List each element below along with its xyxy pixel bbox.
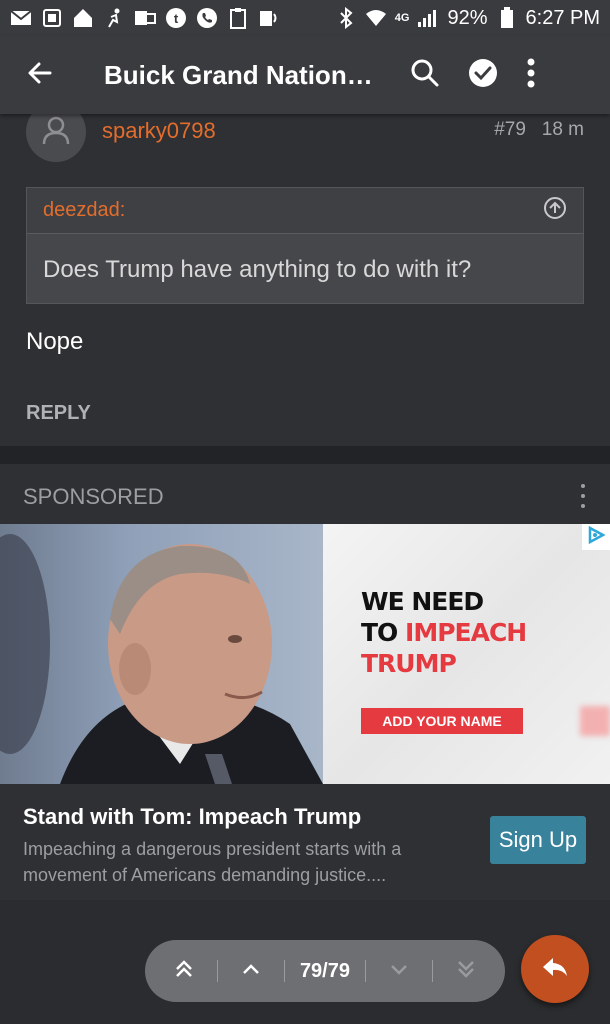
double-chevron-up-icon xyxy=(173,958,195,985)
network-type: 4G xyxy=(394,12,410,24)
pagination-bar: 79/79 xyxy=(145,940,505,1002)
notification-icon xyxy=(41,7,63,29)
pager-separator xyxy=(217,960,219,982)
outlook-icon xyxy=(134,7,156,29)
ad-image[interactable]: WE NEED TO IMPEACH TRUMP ADD YOUR NAME xyxy=(0,524,610,784)
sponsored-label: SPONSORED xyxy=(23,484,164,509)
adchoices-button[interactable] xyxy=(582,524,610,550)
email-icon xyxy=(10,7,32,29)
battery-icon xyxy=(496,7,518,29)
app-bar: Buick Grand Nationa... xyxy=(0,36,610,114)
last-page-button[interactable] xyxy=(448,953,484,989)
post-meta: #79 18 m xyxy=(494,119,584,141)
ad-creative: WE NEED TO IMPEACH TRUMP ADD YOUR NAME xyxy=(323,524,610,784)
chevron-down-icon xyxy=(388,958,410,985)
divider xyxy=(0,446,610,464)
quote-block: deezdad: Does Trump have anything to do … xyxy=(26,187,584,304)
ad-title[interactable]: Stand with Tom: Impeach Trump xyxy=(23,804,361,830)
page-title: Buick Grand Nationa... xyxy=(104,59,380,90)
chevron-up-icon xyxy=(240,958,262,985)
arrow-up-circle-icon xyxy=(543,197,567,224)
pager-separator xyxy=(284,960,286,982)
double-chevron-down-icon xyxy=(455,958,477,985)
quote-text: Does Trump have anything to do with it? xyxy=(43,256,472,283)
sign-up-button[interactable]: Sign Up xyxy=(490,816,586,864)
nfc-icon xyxy=(258,7,280,29)
ad-headline: WE NEED TO IMPEACH TRUMP xyxy=(361,586,527,679)
more-vert-icon xyxy=(526,58,536,92)
reply-fab[interactable] xyxy=(521,935,589,1003)
ad-description: Impeaching a dangerous president starts … xyxy=(23,839,402,885)
post-age: 18 m xyxy=(541,119,584,140)
next-page-button[interactable] xyxy=(381,953,417,989)
reply-button[interactable]: REPLY xyxy=(26,402,91,425)
mark-read-button[interactable] xyxy=(468,58,498,93)
battery-percent: 92% xyxy=(447,6,488,29)
post-body: Nope xyxy=(26,328,84,355)
search-icon xyxy=(410,59,440,92)
status-bar: t 4G 92% 6:27 PM xyxy=(0,0,610,36)
reply-arrow-icon xyxy=(540,952,570,987)
quote-header: deezdad: xyxy=(27,188,583,234)
quote-author: deezdad: xyxy=(43,199,126,221)
overflow-menu-button[interactable] xyxy=(526,58,536,93)
ad-line-3: TRUMP xyxy=(361,649,457,678)
signal-icon xyxy=(417,7,439,29)
svg-text:t: t xyxy=(174,11,179,26)
bluetooth-icon xyxy=(335,7,357,29)
ad-line-1: WE NEED xyxy=(361,587,484,616)
ad-photo xyxy=(0,524,323,784)
ad-cta-button[interactable]: ADD YOUR NAME xyxy=(361,708,523,734)
first-page-button[interactable] xyxy=(166,953,202,989)
pager-separator xyxy=(364,960,366,982)
home-icon xyxy=(72,7,94,29)
jump-to-quote-button[interactable] xyxy=(543,196,567,225)
previous-page-button[interactable] xyxy=(233,953,269,989)
activity-icon xyxy=(103,7,125,29)
back-button[interactable] xyxy=(0,36,80,114)
ad-line-2: TO IMPEACH xyxy=(361,617,527,648)
search-button[interactable] xyxy=(410,58,440,93)
ad-line-2b: IMPEACH xyxy=(405,618,527,647)
post-card: sparky0798 #79 18 m deezdad: Does Trump … xyxy=(0,102,610,446)
adchoices-icon xyxy=(586,525,606,550)
page-indicator[interactable]: 79/79 xyxy=(300,960,350,983)
user-icon xyxy=(40,114,72,151)
post-username[interactable]: sparky0798 xyxy=(102,118,216,144)
sponsored-card[interactable]: SPONSORED WE NEED TO IMPEACH TRUMP ADD Y… xyxy=(0,464,610,900)
ad-line-2a: TO xyxy=(361,618,406,647)
tumblr-icon: t xyxy=(165,7,187,29)
post-number: #79 xyxy=(494,119,526,140)
clipboard-icon xyxy=(227,7,249,29)
wifi-icon xyxy=(365,7,387,29)
sponsored-menu-button[interactable] xyxy=(578,484,588,508)
clock: 6:27 PM xyxy=(525,6,600,29)
check-circle-icon xyxy=(468,58,498,92)
pager-separator xyxy=(431,960,433,982)
ad-edge-decoration xyxy=(580,706,610,736)
phone-call-icon xyxy=(196,7,218,29)
arrow-left-icon xyxy=(26,59,54,92)
